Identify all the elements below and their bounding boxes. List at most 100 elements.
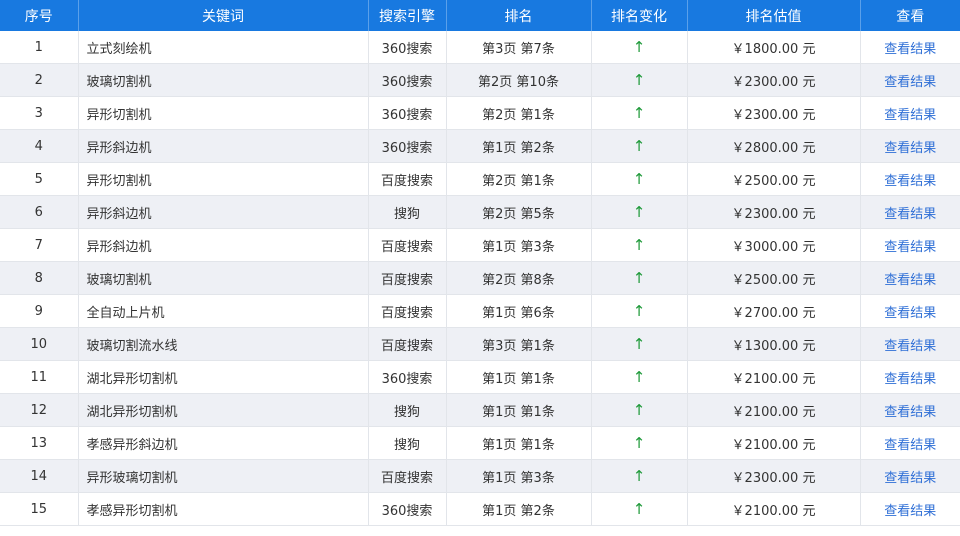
row-index: 3 — [0, 96, 79, 130]
up-arrow-icon: ↑ — [591, 360, 688, 394]
keyword-cell: 玻璃切割机 — [78, 261, 369, 295]
estimate-cell: ￥1800.00 元 — [687, 31, 861, 64]
header-view: 查看 — [860, 0, 960, 31]
up-arrow-icon: ↑ — [591, 426, 688, 460]
engine-cell: 百度搜索 — [368, 162, 447, 196]
engine-cell: 百度搜索 — [368, 459, 447, 493]
ranking-table: 序号 关键词 搜索引擎 排名 排名变化 排名估值 查看 1 立式刻绘机 360搜索第… — [0, 0, 960, 526]
keyword-cell: 全自动上片机 — [78, 294, 369, 328]
keyword-cell: 异形斜边机 — [78, 195, 369, 229]
row-index: 5 — [0, 162, 79, 196]
view-result-link[interactable]: 查看结果 — [860, 228, 960, 262]
row-index: 14 — [0, 459, 79, 493]
estimate-cell: ￥2500.00 元 — [687, 162, 861, 196]
up-arrow-icon: ↑ — [591, 261, 688, 295]
header-estimate: 排名估值 — [687, 0, 861, 31]
view-result-link[interactable]: 查看结果 — [860, 294, 960, 328]
estimate-cell: ￥2300.00 元 — [687, 195, 861, 229]
table-row: 13 孝感异形斜边机 搜狗 第1页 第1条 ↑ ￥2100.00 元查看结果 — [0, 426, 960, 460]
table-body: 1 立式刻绘机 360搜索 第3页 第7条 ↑ ￥1800.00 元查看结果 2 玻璃切割机 3… — [0, 31, 960, 526]
row-index: 12 — [0, 393, 79, 427]
keyword-cell: 立式刻绘机 — [78, 31, 369, 64]
estimate-cell: ￥1300.00 元 — [687, 327, 861, 361]
estimate-cell: ￥2300.00 元 — [687, 459, 861, 493]
keyword-cell: 玻璃切割流水线 — [78, 327, 369, 361]
view-result-link[interactable]: 查看结果 — [860, 360, 960, 394]
engine-cell: 百度搜索 — [368, 327, 447, 361]
keyword-cell: 异形玻璃切割机 — [78, 459, 369, 493]
row-index: 7 — [0, 228, 79, 262]
engine-cell: 搜狗 — [368, 426, 447, 460]
estimate-cell: ￥2300.00 元 — [687, 63, 861, 97]
estimate-cell: ￥2100.00 元 — [687, 360, 861, 394]
row-index: 10 — [0, 327, 79, 361]
engine-cell: 360搜索 — [368, 63, 447, 97]
estimate-cell: ￥2800.00 元 — [687, 129, 861, 163]
row-index: 13 — [0, 426, 79, 460]
view-result-link[interactable]: 查看结果 — [860, 393, 960, 427]
view-result-link[interactable]: 查看结果 — [860, 31, 960, 64]
view-result-link[interactable]: 查看结果 — [860, 63, 960, 97]
view-result-link[interactable]: 查看结果 — [860, 261, 960, 295]
view-result-link[interactable]: 查看结果 — [860, 96, 960, 130]
rank-cell: 第2页 第5条 — [446, 195, 592, 229]
table-row: 3 异形切割机 360搜索 第2页 第1条 ↑ ￥2300.00 元查看结果 — [0, 96, 960, 130]
estimate-cell: ￥2100.00 元 — [687, 492, 861, 526]
view-result-link[interactable]: 查看结果 — [860, 162, 960, 196]
header-change: 排名变化 — [591, 0, 688, 31]
view-result-link[interactable]: 查看结果 — [860, 195, 960, 229]
up-arrow-icon: ↑ — [591, 195, 688, 229]
up-arrow-icon: ↑ — [591, 294, 688, 328]
up-arrow-icon: ↑ — [591, 393, 688, 427]
row-index: 6 — [0, 195, 79, 229]
up-arrow-icon: ↑ — [591, 96, 688, 130]
rank-cell: 第1页 第6条 — [446, 294, 592, 328]
rank-cell: 第1页 第2条 — [446, 492, 592, 526]
up-arrow-icon: ↑ — [591, 459, 688, 493]
engine-cell: 搜狗 — [368, 195, 447, 229]
table-row: 7 异形斜边机 百度搜索 第1页 第3条 ↑ ￥3000.00 元查看结果 — [0, 228, 960, 262]
engine-cell: 百度搜索 — [368, 261, 447, 295]
rank-cell: 第2页 第8条 — [446, 261, 592, 295]
view-result-link[interactable]: 查看结果 — [860, 459, 960, 493]
estimate-cell: ￥3000.00 元 — [687, 228, 861, 262]
table-row: 14 异形玻璃切割机 百度搜索 第1页 第3条 ↑ ￥2300.00 元查看结果 — [0, 459, 960, 493]
table-row: 4 异形斜边机 360搜索 第1页 第2条 ↑ ￥2800.00 元查看结果 — [0, 129, 960, 163]
rank-cell: 第1页 第1条 — [446, 360, 592, 394]
row-index: 11 — [0, 360, 79, 394]
keyword-cell: 孝感异形斜边机 — [78, 426, 369, 460]
engine-cell: 360搜索 — [368, 492, 447, 526]
keyword-cell: 孝感异形切割机 — [78, 492, 369, 526]
engine-cell: 360搜索 — [368, 129, 447, 163]
rank-cell: 第2页 第10条 — [446, 63, 592, 97]
view-result-link[interactable]: 查看结果 — [860, 327, 960, 361]
table-row: 9 全自动上片机 百度搜索 第1页 第6条 ↑ ￥2700.00 元查看结果 — [0, 294, 960, 328]
row-index: 1 — [0, 31, 79, 64]
view-result-link[interactable]: 查看结果 — [860, 426, 960, 460]
table-row: 11 湖北异形切割机 360搜索 第1页 第1条 ↑ ￥2100.00 元查看结果 — [0, 360, 960, 394]
rank-cell: 第3页 第7条 — [446, 31, 592, 64]
table-row: 5 异形切割机 百度搜索 第2页 第1条 ↑ ￥2500.00 元查看结果 — [0, 162, 960, 196]
rank-cell: 第2页 第1条 — [446, 96, 592, 130]
up-arrow-icon: ↑ — [591, 492, 688, 526]
row-index: 2 — [0, 63, 79, 97]
rank-cell: 第1页 第2条 — [446, 129, 592, 163]
header-rank: 排名 — [446, 0, 592, 31]
up-arrow-icon: ↑ — [591, 228, 688, 262]
up-arrow-icon: ↑ — [591, 31, 688, 64]
estimate-cell: ￥2300.00 元 — [687, 96, 861, 130]
view-result-link[interactable]: 查看结果 — [860, 492, 960, 526]
engine-cell: 百度搜索 — [368, 228, 447, 262]
engine-cell: 搜狗 — [368, 393, 447, 427]
keyword-cell: 异形斜边机 — [78, 228, 369, 262]
table-header-row: 序号 关键词 搜索引擎 排名 排名变化 排名估值 查看 — [0, 0, 960, 31]
keyword-cell: 异形切割机 — [78, 96, 369, 130]
row-index: 15 — [0, 492, 79, 526]
up-arrow-icon: ↑ — [591, 327, 688, 361]
table-row: 6 异形斜边机 搜狗 第2页 第5条 ↑ ￥2300.00 元查看结果 — [0, 195, 960, 229]
rank-cell: 第1页 第3条 — [446, 228, 592, 262]
view-result-link[interactable]: 查看结果 — [860, 129, 960, 163]
estimate-cell: ￥2500.00 元 — [687, 261, 861, 295]
keyword-cell: 玻璃切割机 — [78, 63, 369, 97]
row-index: 8 — [0, 261, 79, 295]
